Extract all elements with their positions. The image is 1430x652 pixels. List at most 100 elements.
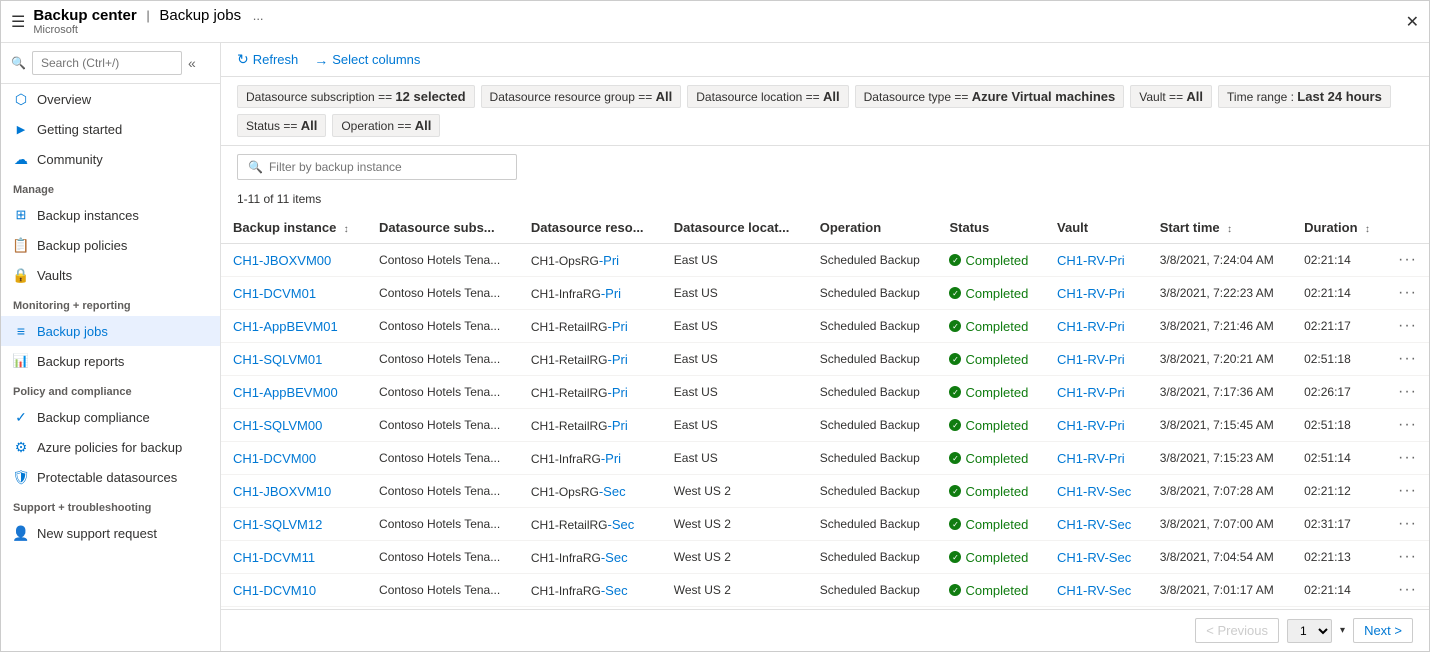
vault-link[interactable]: CH1-RV-Sec: [1057, 550, 1131, 565]
vault-link[interactable]: CH1-RV-Pri: [1057, 385, 1125, 400]
row-more-button[interactable]: ···: [1398, 317, 1417, 334]
backup-instance-link[interactable]: CH1-JBOXVM10: [233, 484, 331, 499]
getting-started-icon: ▶: [13, 121, 29, 137]
row-more-button[interactable]: ···: [1398, 383, 1417, 400]
filter-datasource-subscription[interactable]: Datasource subscription == 12 selected: [237, 85, 475, 108]
sidebar-item-label: Backup jobs: [37, 324, 108, 339]
filter-vault[interactable]: Vault == All: [1130, 85, 1212, 108]
cell-location: East US: [662, 244, 808, 277]
resource-link[interactable]: -Pri: [608, 352, 628, 367]
instance-search-input[interactable]: [269, 160, 489, 174]
filter-datasource-resource-group[interactable]: Datasource resource group == All: [481, 85, 682, 108]
resource-link[interactable]: -Pri: [608, 385, 628, 400]
sidebar-item-getting-started[interactable]: ▶ Getting started: [1, 114, 220, 144]
next-page-button[interactable]: Next >: [1353, 618, 1413, 643]
resource-link[interactable]: -Sec: [601, 550, 628, 565]
filter-time-range[interactable]: Time range : Last 24 hours: [1218, 85, 1391, 108]
backup-instance-link[interactable]: CH1-AppBEVM01: [233, 319, 338, 334]
resource-link[interactable]: -Pri: [601, 286, 621, 301]
vault-link[interactable]: CH1-RV-Pri: [1057, 319, 1125, 334]
row-more-button[interactable]: ···: [1398, 251, 1417, 268]
col-start-time[interactable]: Start time ↕: [1148, 212, 1292, 244]
resource-link[interactable]: -Pri: [601, 451, 621, 466]
backup-instance-link[interactable]: CH1-DCVM01: [233, 286, 316, 301]
status-text: Completed: [965, 418, 1028, 433]
filter-operation[interactable]: Operation == All: [332, 114, 440, 137]
refresh-button[interactable]: ↻ Refresh: [237, 51, 298, 68]
vault-link[interactable]: CH1-RV-Sec: [1057, 583, 1131, 598]
row-more-button[interactable]: ···: [1398, 284, 1417, 301]
backup-instance-link[interactable]: CH1-SQLVM12: [233, 517, 322, 532]
resource-link[interactable]: -Sec: [599, 484, 626, 499]
col-backup-instance[interactable]: Backup instance ↕: [221, 212, 367, 244]
sidebar-item-azure-policies[interactable]: ⚙ Azure policies for backup: [1, 432, 220, 462]
cell-more-actions: ···: [1386, 244, 1429, 277]
cell-status: ✓ Completed: [937, 343, 1045, 376]
cell-start-time: 3/8/2021, 7:07:00 AM: [1148, 508, 1292, 541]
resource-link[interactable]: -Sec: [601, 583, 628, 598]
ellipsis-menu[interactable]: ...: [253, 8, 264, 23]
backup-instance-link[interactable]: CH1-DCVM10: [233, 583, 316, 598]
sidebar-item-label: Backup compliance: [37, 410, 150, 425]
cell-vault: CH1-RV-Sec: [1045, 541, 1148, 574]
vault-link[interactable]: CH1-RV-Pri: [1057, 352, 1125, 367]
backup-instance-link[interactable]: CH1-DCVM11: [233, 550, 315, 565]
vault-link[interactable]: CH1-RV-Pri: [1057, 451, 1125, 466]
cell-duration: 02:21:13: [1292, 541, 1386, 574]
page-number-select[interactable]: 1: [1287, 619, 1332, 643]
cell-subscription: Contoso Hotels Tena...: [367, 574, 519, 607]
row-more-button[interactable]: ···: [1398, 515, 1417, 532]
search-icon: 🔍: [11, 56, 26, 70]
filter-status[interactable]: Status == All: [237, 114, 326, 137]
sidebar-item-backup-policies[interactable]: 📋 Backup policies: [1, 230, 220, 260]
col-duration[interactable]: Duration ↕: [1292, 212, 1386, 244]
backup-instance-link[interactable]: CH1-JBOXVM00: [233, 253, 331, 268]
vault-link[interactable]: CH1-RV-Pri: [1057, 418, 1125, 433]
resource-link[interactable]: -Pri: [608, 319, 628, 334]
vault-link[interactable]: CH1-RV-Sec: [1057, 484, 1131, 499]
resource-link[interactable]: -Sec: [608, 517, 635, 532]
vault-link[interactable]: CH1-RV-Sec: [1057, 517, 1131, 532]
row-more-button[interactable]: ···: [1398, 416, 1417, 433]
cell-more-actions: ···: [1386, 376, 1429, 409]
previous-page-button[interactable]: < Previous: [1195, 618, 1279, 643]
sidebar-item-overview[interactable]: ⬡ Overview: [1, 84, 220, 114]
cell-status: ✓ Completed: [937, 277, 1045, 310]
row-more-button[interactable]: ···: [1398, 350, 1417, 367]
cell-vault: CH1-RV-Pri: [1045, 376, 1148, 409]
backup-instance-link[interactable]: CH1-DCVM00: [233, 451, 316, 466]
backup-instance-link[interactable]: CH1-AppBEVM00: [233, 385, 338, 400]
sidebar-item-backup-compliance[interactable]: ✓ Backup compliance: [1, 402, 220, 432]
sidebar-item-backup-jobs[interactable]: ≡ Backup jobs: [1, 316, 220, 346]
sidebar-item-vaults[interactable]: 🔒 Vaults: [1, 260, 220, 290]
sidebar-item-backup-reports[interactable]: 📊 Backup reports: [1, 346, 220, 376]
sidebar-item-backup-instances[interactable]: ⊞ Backup instances: [1, 200, 220, 230]
sidebar-item-community[interactable]: ☁ Community: [1, 144, 220, 174]
overview-icon: ⬡: [13, 91, 29, 107]
sidebar-search-input[interactable]: [32, 51, 182, 75]
filter-datasource-type[interactable]: Datasource type == Azure Virtual machine…: [855, 85, 1125, 108]
row-more-button[interactable]: ···: [1398, 581, 1417, 598]
resource-link[interactable]: -Pri: [599, 253, 619, 268]
vault-link[interactable]: CH1-RV-Pri: [1057, 253, 1125, 268]
status-text: Completed: [965, 484, 1028, 499]
hamburger-icon[interactable]: ☰: [11, 12, 25, 32]
cell-vault: CH1-RV-Sec: [1045, 574, 1148, 607]
vault-link[interactable]: CH1-RV-Pri: [1057, 286, 1125, 301]
row-more-button[interactable]: ···: [1398, 548, 1417, 565]
status-text: Completed: [965, 319, 1028, 334]
backup-instance-link[interactable]: CH1-SQLVM00: [233, 418, 322, 433]
row-more-button[interactable]: ···: [1398, 482, 1417, 499]
select-columns-button[interactable]: → Select columns: [314, 52, 420, 68]
resource-link[interactable]: -Pri: [608, 418, 628, 433]
sidebar-item-new-support-request[interactable]: 👤 New support request: [1, 518, 220, 548]
cell-more-actions: ···: [1386, 541, 1429, 574]
filter-datasource-location[interactable]: Datasource location == All: [687, 85, 848, 108]
backup-instance-link[interactable]: CH1-SQLVM01: [233, 352, 322, 367]
status-icon: ✓: [949, 485, 961, 497]
collapse-sidebar-button[interactable]: «: [188, 55, 196, 71]
close-button[interactable]: ✕: [1406, 12, 1419, 32]
cell-operation: Scheduled Backup: [808, 409, 938, 442]
sidebar-item-protectable-datasources[interactable]: 🛡 Protectable datasources: [1, 462, 220, 492]
row-more-button[interactable]: ···: [1398, 449, 1417, 466]
